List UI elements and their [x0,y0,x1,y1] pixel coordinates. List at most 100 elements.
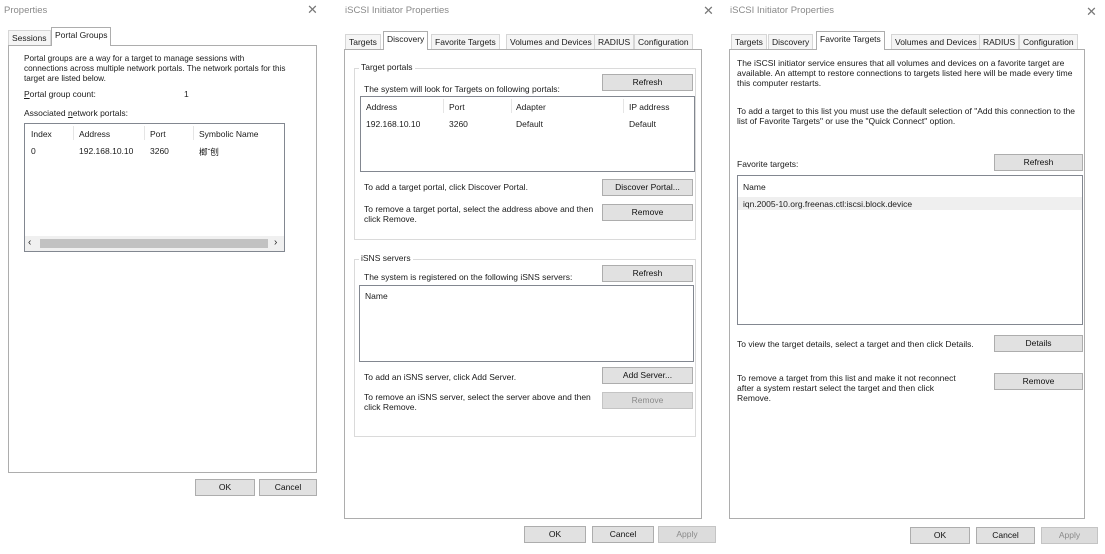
add-server-text: To add an iSNS server, click Add Server. [364,372,517,382]
discover-portal-button[interactable]: Discover Portal... [602,179,693,196]
details-button[interactable]: Details [994,335,1083,352]
table-row[interactable]: 192.168.10.10 3260 Default Default [361,117,694,131]
apply-button[interactable]: Apply [1041,527,1098,544]
cancel-button[interactable]: Cancel [976,527,1035,544]
cell-symbolic-name: 榔ˇ刨 [199,147,219,157]
target-portals-group-label: Target portals [359,62,415,72]
ok-button[interactable]: OK [524,526,586,543]
horizontal-scrollbar[interactable]: ‹ › [25,236,284,251]
refresh-button[interactable]: Refresh [994,154,1083,171]
tab-portal-groups[interactable]: Portal Groups [51,27,112,46]
favorite-targets-label: Favorite targets: [737,159,799,169]
scroll-right-icon[interactable]: › [274,237,277,248]
network-portals-list[interactable]: Index Address Port Symbolic Name 0 192.1… [24,123,285,252]
tab-configuration[interactable]: Configuration [634,34,693,49]
column-separator [443,99,444,113]
tab-panel: Target portals The system will look for … [344,49,702,519]
discovery-window: iSCSI Initiator Properties ✕ Targets Dis… [341,0,721,554]
tab-targets[interactable]: Targets [731,34,767,49]
tab-targets[interactable]: Targets [345,34,381,49]
column-header-symbolic-name[interactable]: Symbolic Name [199,129,259,139]
window-title: iSCSI Initiator Properties [345,5,450,16]
isns-servers-list[interactable]: Name [359,285,694,362]
tab-strip: Targets Discovery Favorite Targets Volum… [345,31,705,50]
tab-strip: Sessions Portal Groups [8,27,318,46]
tab-favorite-targets[interactable]: Favorite Targets [431,34,500,49]
close-icon[interactable]: ✕ [703,3,714,19]
column-header-name[interactable]: Name [365,291,388,301]
tab-volumes-devices[interactable]: Volumes and Devices [506,34,596,49]
cell-port: 3260 [150,146,169,156]
column-header-port[interactable]: Port [150,129,166,139]
remove-server-text: To remove an iSNS server, select the ser… [364,392,591,412]
scrollbar-thumb[interactable] [40,239,268,248]
portal-count-label-text: ortal group count: [29,89,96,99]
tab-sessions[interactable]: Sessions [8,30,51,45]
table-row[interactable]: 0 192.168.10.10 3260 榔ˇ刨 [25,144,284,158]
column-header-address[interactable]: Address [79,129,110,139]
associated-label-pre: Associated [24,108,68,118]
remove-description: To remove a target from this list and ma… [737,373,956,403]
add-favorite-description: To add a target to this list you must us… [737,106,1076,126]
column-separator [623,99,624,113]
column-header-port[interactable]: Port [449,102,465,112]
ok-button[interactable]: OK [195,479,255,496]
scroll-left-icon[interactable]: ‹ [28,237,31,248]
associated-portals-label: Associated network portals: [24,108,128,118]
associated-label-post: etwork portals: [72,108,128,118]
ok-button[interactable]: OK [910,527,970,544]
column-separator [73,126,74,140]
column-header-adapter[interactable]: Adapter [516,102,546,112]
tab-strip: Targets Discovery Favorite Targets Volum… [731,31,1091,50]
cancel-button[interactable]: Cancel [259,479,317,496]
refresh-button[interactable]: Refresh [602,74,693,91]
isns-description: The system is registered on the followin… [364,272,573,282]
add-portal-text: To add a target portal, click Discover P… [364,182,528,192]
apply-button[interactable]: Apply [658,526,716,543]
window-title: Properties [4,5,48,16]
favorite-targets-list[interactable]: Name iqn.2005-10.org.freenas.ctl:iscsi.b… [737,175,1083,325]
add-server-button[interactable]: Add Server... [602,367,693,384]
target-portals-list[interactable]: Address Port Adapter IP address 192.168.… [360,96,695,172]
tab-radius[interactable]: RADIUS [979,34,1020,49]
remove-portal-button[interactable]: Remove [602,204,693,221]
remove-button[interactable]: Remove [994,373,1083,390]
cell-ip-address: Default [629,119,656,129]
cell-index: 0 [31,146,36,156]
tab-favorite-targets[interactable]: Favorite Targets [816,31,885,50]
tab-radius[interactable]: RADIUS [594,34,635,49]
cell-address: 192.168.10.10 [79,146,134,156]
tab-panel: Portal groups are a way for a target to … [8,45,317,473]
portals-description: The system will look for Targets on foll… [364,84,560,94]
remove-server-button[interactable]: Remove [602,392,693,409]
favorite-targets-window: iSCSI Initiator Properties ✕ Targets Dis… [726,0,1105,554]
tab-volumes-devices[interactable]: Volumes and Devices [891,34,981,49]
column-separator [511,99,512,113]
column-header-index[interactable]: Index [31,129,52,139]
close-icon[interactable]: ✕ [307,2,318,18]
isns-servers-group-label: iSNS servers [359,253,413,263]
tab-discovery[interactable]: Discovery [383,31,429,50]
column-header-name[interactable]: Name [743,182,766,192]
remove-portal-text: To remove a target portal, select the ad… [364,204,594,224]
tab-discovery[interactable]: Discovery [768,34,814,49]
column-header-ip-address[interactable]: IP address [629,102,669,112]
portal-groups-window: Properties ✕ Sessions Portal Groups Port… [0,0,330,554]
cell-adapter: Default [516,119,543,129]
portal-count-label: Portal group count: [24,89,96,99]
description: Portal groups are a way for a target to … [24,54,286,83]
list-item[interactable]: iqn.2005-10.org.freenas.ctl:iscsi.block.… [738,197,1082,210]
close-icon[interactable]: ✕ [1086,4,1097,20]
favorites-description: The iSCSI initiator service ensures that… [737,58,1073,88]
cell-port: 3260 [449,119,468,129]
column-separator [193,126,194,140]
tab-configuration[interactable]: Configuration [1019,34,1078,49]
window-title: iSCSI Initiator Properties [730,5,835,16]
cancel-button[interactable]: Cancel [592,526,654,543]
target-name: iqn.2005-10.org.freenas.ctl:iscsi.block.… [743,199,913,209]
portal-count-value: 1 [184,89,189,99]
column-separator [144,126,145,140]
isns-refresh-button[interactable]: Refresh [602,265,693,282]
tab-panel: The iSCSI initiator service ensures that… [729,49,1085,519]
column-header-address[interactable]: Address [366,102,397,112]
